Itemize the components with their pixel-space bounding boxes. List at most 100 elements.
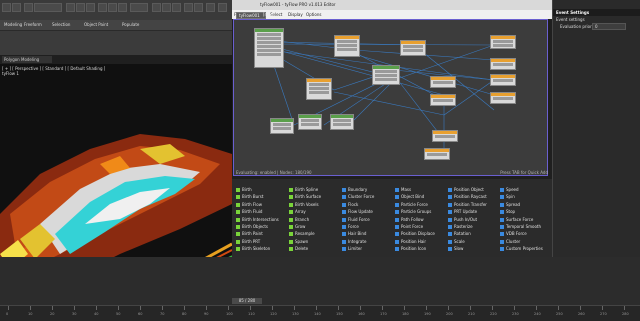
operator-item[interactable]: Birth Spline <box>289 187 318 193</box>
event-node[interactable] <box>334 35 360 57</box>
event-node[interactable] <box>424 148 450 160</box>
link-icon[interactable] <box>24 3 33 12</box>
render-setup-icon[interactable] <box>218 3 227 12</box>
new-flow-tab[interactable]: [new] <box>263 12 277 19</box>
operator-item[interactable]: VDB Force <box>500 231 527 237</box>
operator-item[interactable]: Rotation <box>448 231 471 237</box>
ribbon-tab[interactable]: Object Paint <box>84 22 108 27</box>
ribbon-tab[interactable]: Modeling <box>4 22 22 27</box>
operator-item[interactable]: Birth Skeleton <box>236 246 270 252</box>
event-node[interactable] <box>254 28 284 68</box>
operator-item[interactable]: Position Raycast <box>448 194 487 200</box>
event-node[interactable] <box>298 114 322 130</box>
menu-item[interactable]: Options <box>306 12 321 17</box>
operator-item[interactable]: Point Force <box>395 224 423 230</box>
operator-item[interactable]: Particle Groups <box>395 209 431 215</box>
operator-item[interactable]: Mass <box>395 187 411 193</box>
percent-snap-icon[interactable] <box>172 3 181 12</box>
event-settings-header[interactable]: Event Settings <box>553 9 640 16</box>
event-node[interactable] <box>490 74 516 86</box>
evaluation-priority-spinner[interactable]: 0 <box>592 23 626 30</box>
region-select-icon[interactable] <box>86 3 95 12</box>
operator-item[interactable]: Spin <box>500 194 515 200</box>
operator-item[interactable]: Particle Force <box>395 202 428 208</box>
operator-item[interactable]: Path Follow <box>395 217 424 223</box>
operator-item[interactable]: Scale <box>448 239 465 245</box>
operator-item[interactable]: Surface Force <box>500 217 533 223</box>
operator-item[interactable]: Speed <box>500 187 519 193</box>
operator-item[interactable]: Temporal Smooth <box>500 224 541 230</box>
ribbon-tab[interactable]: Selection <box>52 22 70 27</box>
operator-item[interactable]: Grow <box>289 224 305 230</box>
move-icon[interactable] <box>98 3 107 12</box>
event-node[interactable] <box>306 78 332 100</box>
flow-tab[interactable]: tyFlow001 <box>236 12 266 19</box>
event-node[interactable] <box>490 35 516 49</box>
operator-item[interactable]: PRT Update <box>448 209 477 215</box>
operator-item[interactable]: Position Icon <box>395 246 426 252</box>
operator-item[interactable]: Position Object <box>448 187 484 193</box>
undo-icon[interactable] <box>2 3 11 12</box>
angle-snap-icon[interactable] <box>162 3 171 12</box>
operator-item[interactable]: Custom Properties <box>500 246 543 252</box>
time-slider[interactable]: 85 / 280 <box>232 298 262 304</box>
event-node[interactable] <box>400 40 426 56</box>
operator-item[interactable]: Fluid Force <box>342 217 370 223</box>
operator-item[interactable]: Position Transfer <box>448 202 487 208</box>
operator-item[interactable]: Hair Bind <box>342 231 366 237</box>
operator-item[interactable]: Birth Burst <box>236 194 263 200</box>
operator-item[interactable]: Birth Paint <box>236 231 263 237</box>
operator-item[interactable]: Spawn <box>289 239 308 245</box>
reference-coord-dropdown[interactable] <box>130 3 148 12</box>
operator-item[interactable]: Cluster Force <box>342 194 374 200</box>
operator-item[interactable]: Birth Flow <box>236 202 262 208</box>
scale-icon[interactable] <box>118 3 127 12</box>
event-node[interactable] <box>372 65 400 85</box>
operator-item[interactable]: Force <box>342 224 359 230</box>
track-bar[interactable]: 0 10 20 30 40 50 60 70 80 90 100 110 120 130 140 150 160… <box>0 305 640 321</box>
operator-item[interactable]: Flock <box>342 202 358 208</box>
operator-item[interactable]: Object Bind <box>395 194 424 200</box>
ribbon-tab[interactable]: Populate <box>122 22 139 27</box>
snap-icon[interactable] <box>152 3 161 12</box>
operator-item[interactable]: Spread <box>500 202 520 208</box>
align-icon[interactable] <box>194 3 203 12</box>
operator-item[interactable]: Position Displace <box>395 231 435 237</box>
operator-item[interactable]: Branch <box>289 217 309 223</box>
operator-item[interactable]: Position Hair <box>395 239 426 245</box>
operator-item[interactable]: Cluster <box>500 239 520 245</box>
operator-item[interactable]: Birth Objects <box>236 224 268 230</box>
operator-item[interactable]: Resample <box>289 231 315 237</box>
operator-item[interactable]: Delete <box>289 246 308 252</box>
operator-item[interactable]: Rasterize <box>448 224 473 230</box>
redo-icon[interactable] <box>12 3 21 12</box>
operator-item[interactable]: Flow Update <box>342 209 373 215</box>
tyflow-node-canvas[interactable] <box>233 19 548 176</box>
select-by-name-icon[interactable] <box>76 3 85 12</box>
operator-item[interactable]: Boundary <box>342 187 367 193</box>
operator-item[interactable]: Birth PRT <box>236 239 260 245</box>
layers-icon[interactable] <box>206 3 215 12</box>
operator-item[interactable]: Birth Intersections <box>236 217 279 223</box>
operator-item[interactable]: Slow <box>448 246 463 252</box>
selection-filter-dropdown[interactable] <box>34 3 62 12</box>
operator-item[interactable]: Birth Fluid <box>236 209 262 215</box>
ribbon-tab[interactable]: Freeform <box>24 22 42 27</box>
operator-item[interactable]: Push In/Out <box>448 217 477 223</box>
operator-item[interactable]: Birth Voxels <box>289 202 319 208</box>
operator-item[interactable]: Birth Surface <box>289 194 321 200</box>
event-node[interactable] <box>270 118 294 134</box>
event-node[interactable] <box>490 92 516 104</box>
operator-item[interactable]: Integrate <box>342 239 366 245</box>
select-object-icon[interactable] <box>66 3 75 12</box>
event-node[interactable] <box>430 76 456 88</box>
polygon-modeling-label[interactable]: Polygon Modeling <box>2 56 52 63</box>
event-node[interactable] <box>432 130 458 142</box>
event-node[interactable] <box>330 114 354 130</box>
mirror-icon[interactable] <box>184 3 193 12</box>
operator-item[interactable]: Array <box>289 209 306 215</box>
operator-item[interactable]: Limiter <box>342 246 362 252</box>
rotate-icon[interactable] <box>108 3 117 12</box>
operator-item[interactable]: Birth <box>236 187 252 193</box>
event-node[interactable] <box>490 58 516 70</box>
